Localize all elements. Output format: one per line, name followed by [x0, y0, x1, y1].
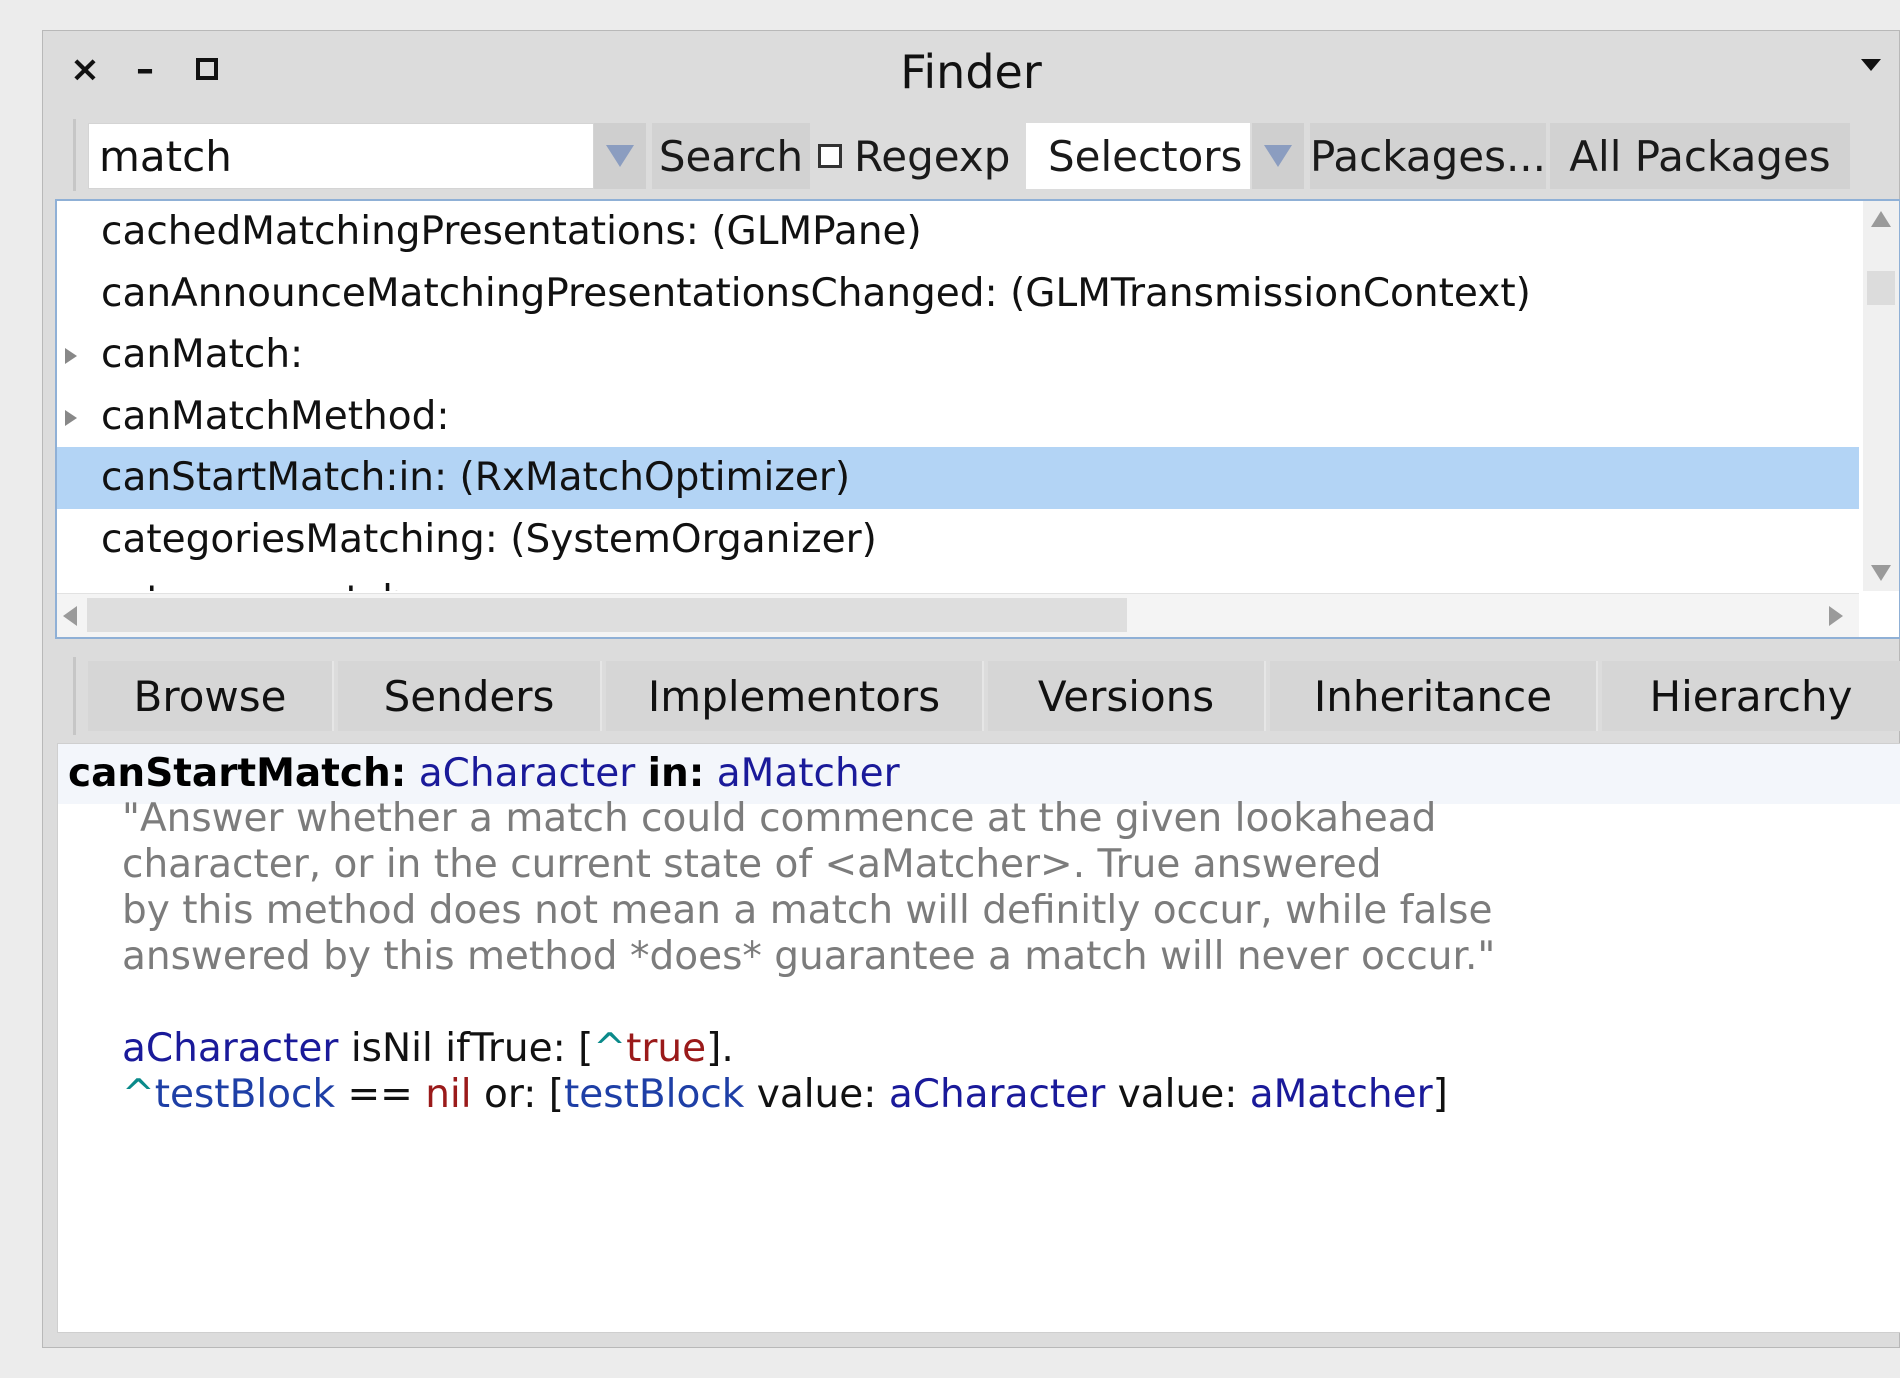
- code-token: value:: [1105, 1072, 1250, 1117]
- result-label: cachedMatchingPresentations: (GLMPane): [101, 209, 922, 254]
- code-token: ^: [122, 1072, 155, 1117]
- horizontal-scrollbar[interactable]: [57, 593, 1859, 637]
- code-token: nil: [425, 1072, 472, 1117]
- senders-button[interactable]: Senders: [338, 661, 602, 731]
- action-bar: Browse Senders Implementors Versions Inh…: [73, 657, 1900, 735]
- method-comment-line: answered by this method *does* guarantee…: [122, 934, 1496, 979]
- code-token: aMatcher: [1249, 1072, 1433, 1117]
- result-label: categoriesMatching: (SystemOrganizer): [101, 516, 877, 562]
- regexp-checkbox[interactable]: Regexp: [818, 123, 1014, 189]
- selector-keyword: canStartMatch:: [68, 751, 407, 796]
- code-token: testBlock: [154, 1072, 336, 1117]
- search-scope-dropdown[interactable]: [1252, 123, 1304, 189]
- regexp-label: Regexp: [854, 131, 1011, 181]
- expand-triangle-icon[interactable]: [65, 409, 77, 426]
- search-button[interactable]: Search: [652, 123, 810, 189]
- all-packages-button[interactable]: All Packages: [1550, 123, 1850, 189]
- method-comment-line: "Answer whether a match could commence a…: [122, 796, 1437, 841]
- selector-keyword: in:: [647, 751, 705, 796]
- result-row[interactable]: cachedMatchingPresentations: (GLMPane): [57, 201, 1859, 263]
- dropdown-arrow-icon: [1264, 145, 1292, 167]
- method-comment-line: by this method does not mean a match wil…: [122, 888, 1493, 933]
- argument-name: aCharacter: [418, 751, 636, 796]
- search-scope-select[interactable]: Selectors: [1026, 123, 1250, 189]
- finder-window: × – Finder match Search Regexp Selectors…: [42, 30, 1900, 1348]
- code-token: ^: [593, 1026, 627, 1071]
- code-line: ^testBlock == nil or: [testBlock value: …: [122, 1072, 1448, 1117]
- method-comment-line: character, or in the current state of <a…: [122, 842, 1382, 887]
- scroll-thumb[interactable]: [1867, 271, 1895, 305]
- code-token: ].: [706, 1026, 734, 1071]
- result-row[interactable]: canAnnounceMatchingPresentationsChanged:…: [57, 263, 1859, 325]
- scroll-down-icon[interactable]: [1871, 565, 1891, 581]
- result-row[interactable]: canMatch:: [57, 324, 1859, 386]
- code-token: aCharacter: [122, 1026, 339, 1071]
- scroll-thumb[interactable]: [87, 598, 1127, 632]
- code-token: ==: [335, 1072, 426, 1117]
- scroll-up-icon[interactable]: [1871, 211, 1891, 227]
- code-token: value:: [744, 1072, 889, 1117]
- source-code-pane[interactable]: canStartMatch: aCharacter in: aMatcher "…: [57, 743, 1900, 1333]
- results-list[interactable]: cachedMatchingPresentations: (GLMPane) ca…: [55, 199, 1900, 639]
- argument-name: aMatcher: [716, 751, 900, 796]
- search-toolbar: match Search Regexp Selectors Packages..…: [73, 119, 1899, 191]
- dropdown-arrow-icon: [606, 145, 634, 167]
- result-row[interactable]: canStartMatch:in: (RxMatchOptimizer): [57, 447, 1859, 509]
- checkbox-icon[interactable]: [818, 144, 842, 168]
- results-rows: cachedMatchingPresentations: (GLMPane) ca…: [57, 201, 1859, 591]
- result-label: canMatchMethod:: [101, 393, 450, 439]
- code-token: or: [: [471, 1072, 564, 1117]
- result-row[interactable]: canMatchMethod:: [57, 386, 1859, 448]
- chevron-down-icon[interactable]: [1861, 59, 1881, 71]
- search-input[interactable]: match: [88, 123, 594, 189]
- result-row[interactable]: category:matches:: [57, 570, 1859, 591]
- search-history-dropdown[interactable]: [594, 123, 646, 189]
- implementors-button[interactable]: Implementors: [606, 661, 984, 731]
- result-label: category:matches:: [101, 578, 464, 591]
- scroll-left-icon[interactable]: [63, 606, 77, 626]
- result-label: canMatch:: [101, 332, 304, 377]
- result-label: canAnnounceMatchingPresentationsChanged:…: [101, 270, 1531, 316]
- window-title: Finder: [900, 45, 1042, 99]
- inheritance-button[interactable]: Inheritance: [1270, 661, 1598, 731]
- code-line: aCharacter isNil ifTrue: [^true].: [122, 1026, 734, 1071]
- vertical-scrollbar[interactable]: [1863, 201, 1899, 591]
- code-token: isNil ifTrue: [: [338, 1026, 594, 1071]
- code-token: ]: [1432, 1072, 1448, 1117]
- expand-triangle-icon[interactable]: [65, 348, 77, 364]
- method-signature: canStartMatch: aCharacter in: aMatcher: [58, 744, 1900, 804]
- code-token: aCharacter: [888, 1072, 1106, 1117]
- code-token: testBlock: [563, 1072, 745, 1117]
- code-token: true: [626, 1026, 707, 1071]
- hierarchy-button[interactable]: Hierarchy: [1602, 661, 1900, 731]
- title-bar[interactable]: × – Finder: [43, 31, 1899, 119]
- browse-button[interactable]: Browse: [88, 661, 334, 731]
- result-row[interactable]: categoriesMatching: (SystemOrganizer): [57, 509, 1859, 571]
- result-label: canStartMatch:in: (RxMatchOptimizer): [101, 455, 851, 500]
- scroll-right-icon[interactable]: [1829, 606, 1843, 626]
- packages-button[interactable]: Packages...: [1310, 123, 1546, 189]
- versions-button[interactable]: Versions: [988, 661, 1266, 731]
